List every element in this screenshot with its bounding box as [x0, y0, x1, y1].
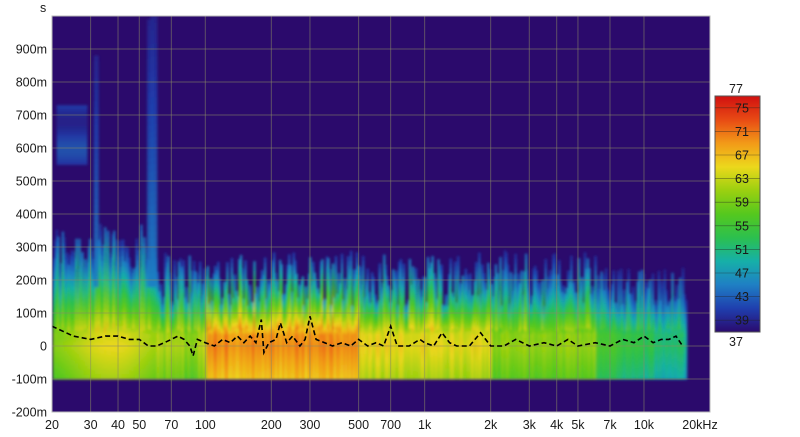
colorbar-tick-label: 43: [735, 290, 749, 304]
x-tick-label: 20: [45, 418, 59, 432]
x-tick-label: 30: [84, 418, 98, 432]
y-unit-label: s: [40, 1, 46, 15]
colorbar: 77 37 75 71 67 63 59 55 51 47 43 39: [714, 82, 761, 349]
colorbar-tick-label: 71: [735, 125, 749, 139]
colorbar-tick-label: 55: [735, 219, 749, 233]
colorbar-tick-label: 63: [735, 172, 749, 186]
x-tick-label: 200: [261, 418, 282, 432]
x-tick-label: 300: [300, 418, 321, 432]
colorbar-tick-label: 59: [735, 196, 749, 210]
x-tick-label: 4k: [550, 418, 564, 432]
x-tick-label: 70: [164, 418, 178, 432]
x-tick-label: 1k: [418, 418, 432, 432]
colorbar-min-label: 37: [729, 335, 743, 349]
y-tick-label: 200m: [16, 274, 47, 288]
x-tick-label: 50: [132, 418, 146, 432]
colorbar-tick-label: 67: [735, 149, 749, 163]
x-tick-label: 5k: [571, 418, 585, 432]
x-tick-label: 2k: [484, 418, 498, 432]
x-tick-label: 10k: [634, 418, 655, 432]
colorbar-tick-label: 51: [735, 243, 749, 257]
x-tick-label: 7k: [603, 418, 617, 432]
x-tick-label: 100: [195, 418, 216, 432]
y-tick-label: 0: [40, 340, 47, 354]
x-axis: 20 30 40 50 70 100 200 300 500 700 1k 2k 3k 4k 5k 7k 10k…: [45, 418, 718, 432]
y-tick-label: 700m: [16, 109, 47, 123]
x-tick-label: 40: [111, 418, 125, 432]
y-tick-label: 500m: [16, 175, 47, 189]
colorbar-tick-label: 39: [735, 314, 749, 328]
y-tick-label: 300m: [16, 241, 47, 255]
y-tick-label: 800m: [16, 76, 47, 90]
colorbar-tick-label: 75: [735, 101, 749, 115]
y-tick-label: 100m: [16, 307, 47, 321]
spectrogram-chart: s 900m 800m 700m 600m 500m 400m 300m 200m 100m 0 -…: [12, 1, 761, 432]
x-tick-label: 3k: [523, 418, 537, 432]
colorbar-tick-label: 47: [735, 267, 749, 281]
y-axis: 900m 800m 700m 600m 500m 400m 300m 200m 100m 0 -10…: [12, 43, 47, 420]
y-tick-label: 600m: [16, 142, 47, 156]
y-tick-label: -200m: [12, 406, 47, 420]
x-tick-label: 20kHz: [682, 418, 717, 432]
colorbar-max-label: 77: [729, 82, 743, 96]
y-tick-label: 900m: [16, 43, 47, 57]
y-tick-label: -100m: [12, 373, 47, 387]
x-tick-label: 500: [348, 418, 369, 432]
y-tick-label: 400m: [16, 208, 47, 222]
x-tick-label: 700: [380, 418, 401, 432]
